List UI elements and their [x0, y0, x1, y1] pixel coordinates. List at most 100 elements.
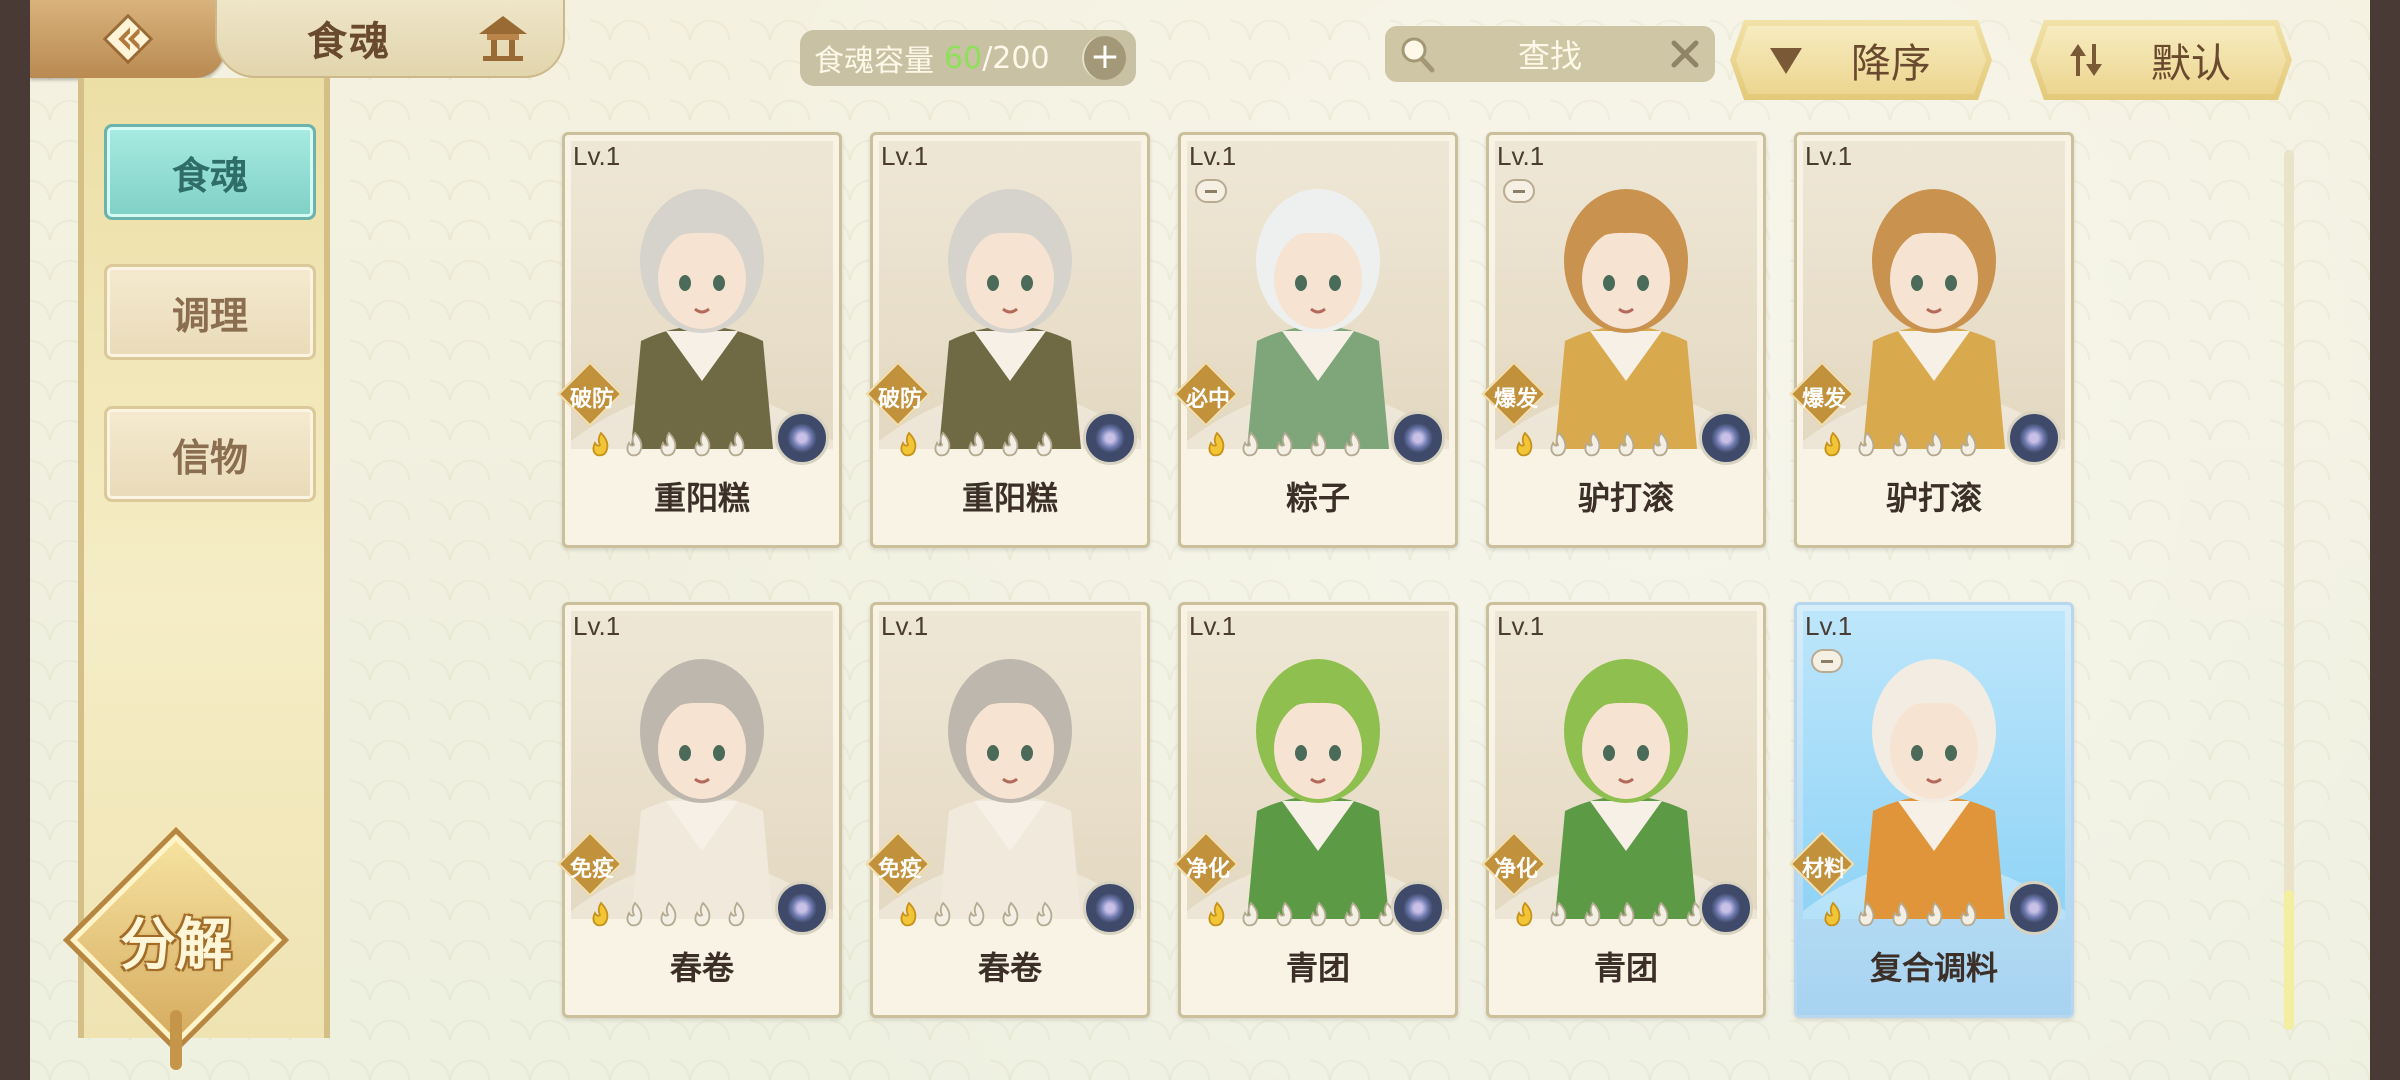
flame-star-empty-icon [1550, 901, 1567, 927]
role-badge: 材料 [1789, 831, 1855, 897]
level-label: Lv.1 [1497, 611, 1545, 641]
back-button[interactable] [30, 0, 225, 78]
flame-star-filled-icon [1516, 431, 1533, 457]
character-name: 春卷 [977, 949, 1042, 987]
food-soul-card[interactable]: Lv.1 爆发 驴打滚 [1789, 132, 2074, 548]
role-label: 净化 [1185, 857, 1230, 882]
purple-flower-icon [775, 411, 829, 465]
back-arrow-icon [102, 13, 153, 65]
flame-star-empty-icon [694, 901, 711, 927]
close-icon[interactable] [1669, 38, 1701, 70]
food-soul-card[interactable]: Lv.1 爆发 驴打滚 [1481, 132, 1766, 548]
sort-order-label: 降序 [1851, 41, 1931, 87]
role-label: 破防 [569, 387, 614, 412]
scrollbar-thumb[interactable] [2284, 890, 2294, 1030]
flame-star-empty-icon [1652, 901, 1669, 927]
role-badge: 净化 [1481, 831, 1547, 897]
level-label: Lv.1 [1805, 141, 1853, 171]
star-rating [1511, 431, 1675, 461]
flame-star-empty-icon [1344, 431, 1361, 457]
flame-star-filled-icon [1208, 901, 1225, 927]
flame-star-empty-icon [626, 431, 643, 457]
flame-star-empty-icon [1618, 901, 1635, 927]
purple-flower-icon [2007, 411, 2061, 465]
role-badge: 必中 [1173, 361, 1239, 427]
flame-star-empty-icon [1276, 901, 1293, 927]
tab-food-soul[interactable]: 食魂 [104, 124, 316, 220]
search-placeholder: 查找 [1517, 37, 1582, 75]
purple-flower-icon [1699, 881, 1753, 935]
flame-star-empty-icon [934, 901, 951, 927]
home-pavilion-icon[interactable] [475, 12, 531, 64]
flame-star-empty-icon [1584, 431, 1601, 457]
dimension-icon [1811, 649, 1843, 673]
scrollbar[interactable] [2284, 150, 2294, 1030]
food-soul-card[interactable]: Lv.1 净化 青团 [1173, 602, 1458, 1018]
role-badge: 净化 [1173, 831, 1239, 897]
flame-star-empty-icon [694, 431, 711, 457]
food-soul-card[interactable]: Lv.1 材料 复合调料 [1789, 602, 2074, 1018]
flame-star-empty-icon [728, 901, 745, 927]
role-badge: 爆发 [1789, 361, 1855, 427]
flame-star-empty-icon [1652, 431, 1669, 457]
decompose-label[interactable]: 分解 [96, 900, 256, 980]
tab-conditioning[interactable]: 调理 [104, 264, 316, 360]
tab-label: 调理 [171, 292, 248, 338]
role-badge: 破防 [557, 361, 623, 427]
flame-star-empty-icon [1926, 901, 1943, 927]
flame-star-empty-icon [1310, 431, 1327, 457]
role-badge: 免疫 [557, 831, 623, 897]
tab-label: 信物 [171, 434, 248, 480]
tab-label: 食魂 [171, 152, 248, 198]
character-name: 春卷 [669, 949, 734, 987]
character-name: 青团 [1285, 949, 1350, 987]
star-rating [1511, 901, 1709, 931]
flame-star-filled-icon [1824, 901, 1841, 927]
food-soul-card[interactable]: Lv.1 必中 粽子 [1173, 132, 1458, 548]
flame-star-filled-icon [592, 901, 609, 927]
flame-star-empty-icon [1858, 431, 1875, 457]
food-soul-card[interactable]: Lv.1 破防 重阳糕 [865, 132, 1150, 548]
food-soul-card[interactable]: Lv.1 免疫 春卷 [557, 602, 842, 1018]
tab-tokens[interactable]: 信物 [104, 406, 316, 502]
star-rating [895, 901, 1059, 931]
sort-order-button[interactable]: 降序 [1730, 20, 1992, 100]
flame-star-empty-icon [1926, 431, 1943, 457]
star-rating [1819, 431, 1983, 461]
flame-star-empty-icon [660, 901, 677, 927]
food-soul-card[interactable]: Lv.1 破防 重阳糕 [557, 132, 842, 548]
flame-star-empty-icon [1892, 901, 1909, 927]
role-badge: 爆发 [1481, 361, 1547, 427]
sort-mode-button[interactable]: 默认 [2030, 20, 2292, 100]
role-label: 净化 [1493, 857, 1538, 882]
flame-star-empty-icon [1584, 901, 1601, 927]
sort-mode-label: 默认 [2151, 41, 2231, 87]
flame-star-empty-icon [1276, 431, 1293, 457]
flame-star-empty-icon [1960, 431, 1977, 457]
search-input[interactable]: 查找 [1385, 26, 1715, 82]
flame-star-empty-icon [728, 431, 745, 457]
flame-star-empty-icon [1618, 431, 1635, 457]
add-capacity-button[interactable]: + [1082, 36, 1126, 80]
tassel-ornament [170, 1010, 182, 1070]
role-label: 破防 [877, 387, 922, 412]
flame-star-empty-icon [1242, 901, 1259, 927]
star-rating [587, 901, 751, 931]
role-label: 免疫 [877, 857, 922, 882]
flame-star-empty-icon [1344, 901, 1361, 927]
level-label: Lv.1 [881, 141, 929, 171]
flame-star-empty-icon [660, 431, 677, 457]
flame-star-empty-icon [1960, 901, 1977, 927]
flame-star-empty-icon [1858, 901, 1875, 927]
page-title: 食魂 [307, 18, 391, 65]
flame-star-filled-icon [1824, 431, 1841, 457]
character-name: 复合调料 [1869, 949, 1998, 987]
flame-star-empty-icon [934, 431, 951, 457]
level-label: Lv.1 [1497, 141, 1545, 171]
food-soul-card[interactable]: Lv.1 净化 青团 [1481, 602, 1766, 1018]
flame-star-filled-icon [900, 901, 917, 927]
purple-flower-icon [775, 881, 829, 935]
level-label: Lv.1 [881, 611, 929, 641]
level-label: Lv.1 [573, 141, 621, 171]
food-soul-card[interactable]: Lv.1 免疫春卷 [865, 602, 1150, 1018]
